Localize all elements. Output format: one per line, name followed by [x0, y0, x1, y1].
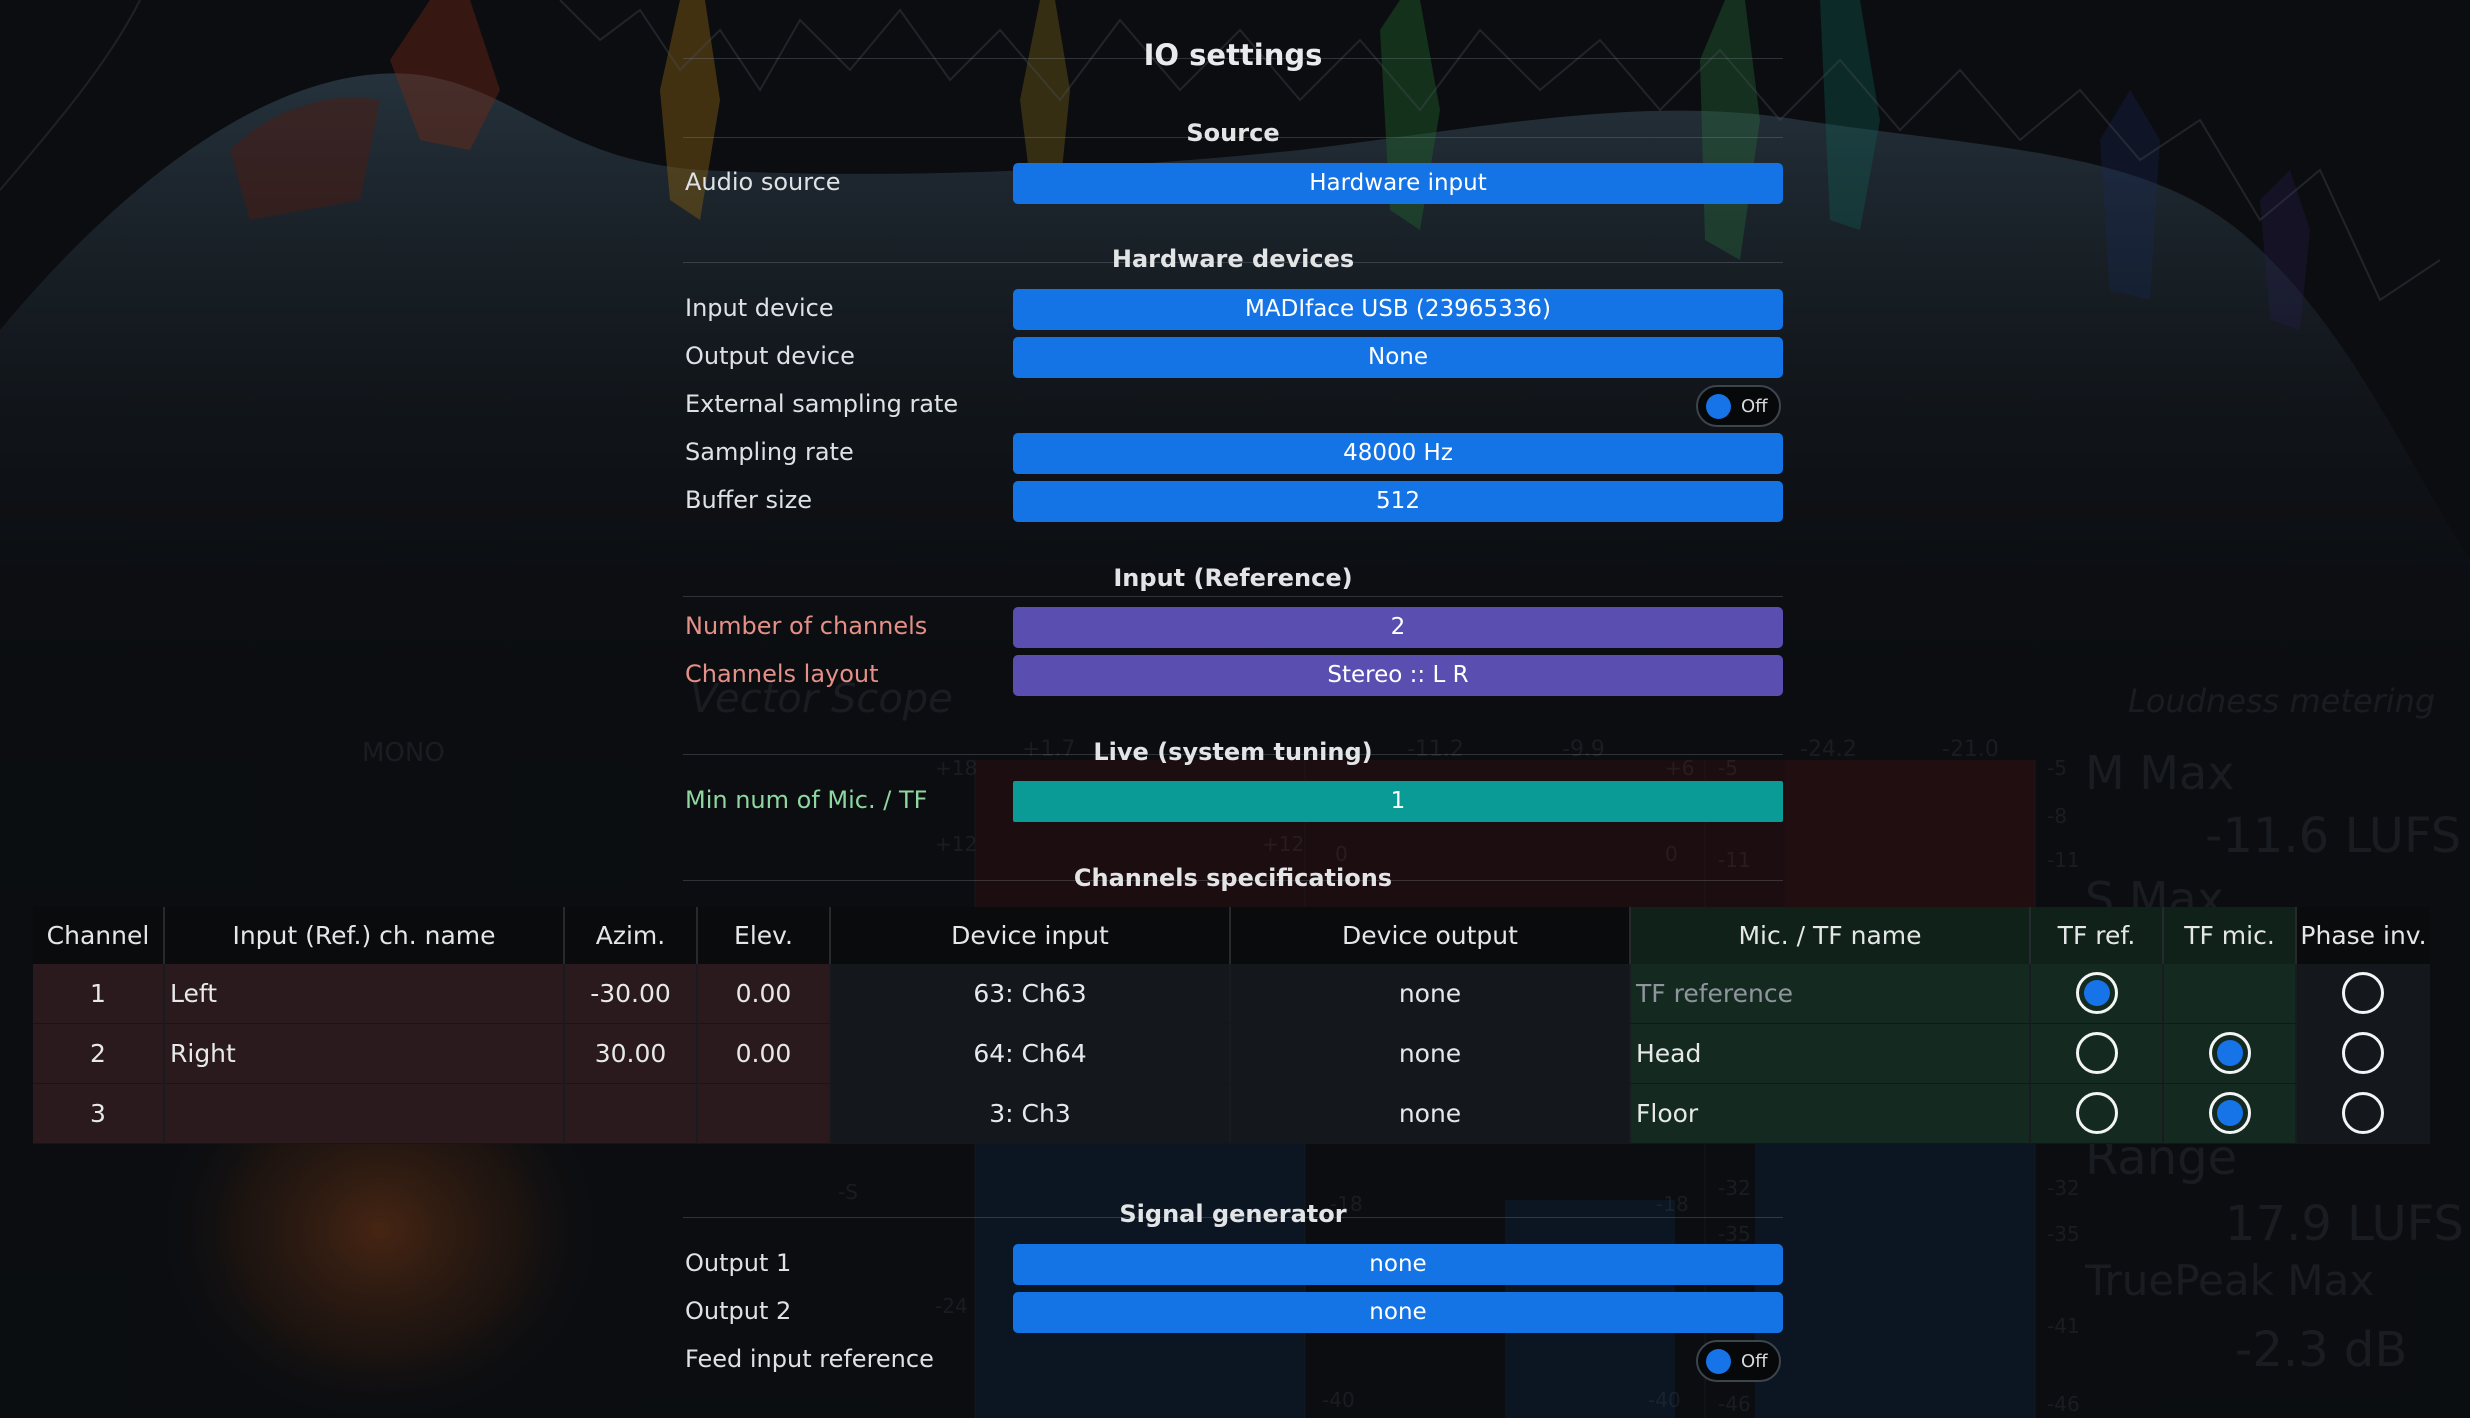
- channels-layout-label: Channels layout: [685, 660, 879, 688]
- output1-select[interactable]: none: [1013, 1244, 1783, 1285]
- tf-ref-radio[interactable]: [2076, 1032, 2118, 1074]
- number-of-channels-select[interactable]: 2: [1013, 607, 1783, 648]
- phase-inv-radio[interactable]: [2342, 1092, 2384, 1134]
- cell-phase-inv: [2297, 1024, 2430, 1084]
- col-header-mic-name: Mic. / TF name: [1631, 907, 2031, 964]
- cell-elev[interactable]: 0.00: [698, 1024, 831, 1084]
- feed-input-label: Feed input reference: [685, 1345, 934, 1373]
- section-title-signal-generator: Signal generator: [1119, 1200, 1347, 1228]
- table-row: 2 Right 30.00 0.00 64: Ch64 none Head: [33, 1024, 2430, 1084]
- cell-elev[interactable]: 0.00: [698, 964, 831, 1024]
- cell-mic-name[interactable]: Floor: [1631, 1084, 2031, 1144]
- table-header: Channel Input (Ref.) ch. name Azim. Elev…: [33, 907, 2430, 964]
- channels-layout-select[interactable]: Stereo :: L R: [1013, 655, 1783, 696]
- col-header-device-input: Device input: [831, 907, 1231, 964]
- col-header-tf-mic: TF mic.: [2164, 907, 2297, 964]
- cell-device-input[interactable]: 63: Ch63: [831, 964, 1231, 1024]
- cell-tf-ref: [2031, 1024, 2164, 1084]
- toggle-state: Off: [1741, 1351, 1768, 1372]
- col-header-tf-ref: TF ref.: [2031, 907, 2164, 964]
- output2-label: Output 2: [685, 1297, 792, 1325]
- output1-label: Output 1: [685, 1249, 792, 1277]
- external-sampling-rate-toggle[interactable]: Off: [1696, 385, 1781, 427]
- cell-mic-name[interactable]: TF reference: [1631, 964, 2031, 1024]
- cell-name[interactable]: [165, 1084, 565, 1144]
- cell-tf-ref: [2031, 1084, 2164, 1144]
- toggle-knob: [1706, 1349, 1731, 1374]
- output-device-label: Output device: [685, 342, 855, 370]
- col-header-device-output: Device output: [1231, 907, 1631, 964]
- section-title-hardware: Hardware devices: [1111, 245, 1355, 273]
- section-title-channels-spec: Channels specifications: [1073, 864, 1393, 892]
- cell-channel: 2: [33, 1024, 165, 1084]
- tf-mic-radio[interactable]: [2209, 1092, 2251, 1134]
- col-header-phase-inv: Phase inv.: [2300, 921, 2427, 950]
- section-title-live: Live (system tuning): [1093, 738, 1373, 766]
- output-device-select[interactable]: None: [1013, 337, 1783, 378]
- section-divider: [683, 596, 1783, 597]
- toggle-state: Off: [1741, 396, 1768, 417]
- cell-device-output[interactable]: none: [1231, 964, 1631, 1024]
- cell-tf-mic: [2164, 1024, 2297, 1084]
- cell-channel: 1: [33, 964, 165, 1024]
- page-title: IO settings: [1143, 38, 1323, 72]
- cell-device-input[interactable]: 3: Ch3: [831, 1084, 1231, 1144]
- input-device-label: Input device: [685, 294, 834, 322]
- cell-name[interactable]: Left: [165, 964, 565, 1024]
- section-title-input-reference: Input (Reference): [1113, 564, 1353, 592]
- cell-name[interactable]: Right: [165, 1024, 565, 1084]
- min-mic-label: Min num of Mic. / TF: [685, 786, 928, 814]
- col-header-elev: Elev.: [698, 907, 831, 964]
- cell-tf-ref: [2031, 964, 2164, 1024]
- buffer-size-select[interactable]: 512: [1013, 481, 1783, 522]
- tf-ref-radio[interactable]: [2076, 972, 2118, 1014]
- cell-azim[interactable]: [565, 1084, 698, 1144]
- cell-azim[interactable]: -30.00: [565, 964, 698, 1024]
- sampling-rate-label: Sampling rate: [685, 438, 854, 466]
- cell-tf-mic: [2164, 964, 2297, 1024]
- cell-mic-name[interactable]: Head: [1631, 1024, 2031, 1084]
- cell-phase-inv: [2297, 1084, 2430, 1144]
- min-mic-select[interactable]: 1: [1013, 781, 1783, 822]
- tf-ref-radio[interactable]: [2076, 1092, 2118, 1134]
- number-of-channels-label: Number of channels: [685, 612, 928, 640]
- cell-channel: 3: [33, 1084, 165, 1144]
- cell-tf-mic: [2164, 1084, 2297, 1144]
- cell-phase-inv: [2297, 964, 2430, 1024]
- input-device-select[interactable]: MADIface USB (23965336): [1013, 289, 1783, 330]
- output2-select[interactable]: none: [1013, 1292, 1783, 1333]
- tf-mic-radio[interactable]: [2209, 1032, 2251, 1074]
- col-header-name: Input (Ref.) ch. name: [165, 907, 565, 964]
- cell-azim[interactable]: 30.00: [565, 1024, 698, 1084]
- cell-device-output[interactable]: none: [1231, 1084, 1631, 1144]
- col-header-azim: Azim.: [565, 907, 698, 964]
- buffer-size-label: Buffer size: [685, 486, 813, 514]
- section-title-source: Source: [1186, 119, 1280, 147]
- phase-inv-radio[interactable]: [2342, 972, 2384, 1014]
- phase-inv-radio[interactable]: [2342, 1032, 2384, 1074]
- cell-device-output[interactable]: none: [1231, 1024, 1631, 1084]
- audio-source-select[interactable]: Hardware input: [1013, 163, 1783, 204]
- toggle-knob: [1706, 394, 1731, 419]
- cell-device-input[interactable]: 64: Ch64: [831, 1024, 1231, 1084]
- table-row: 1 Left -30.00 0.00 63: Ch63 none TF refe…: [33, 964, 2430, 1024]
- cell-elev[interactable]: [698, 1084, 831, 1144]
- col-header-channel: Channel: [33, 907, 165, 964]
- audio-source-label: Audio source: [685, 168, 841, 196]
- external-sampling-rate-label: External sampling rate: [685, 390, 959, 418]
- feed-input-toggle[interactable]: Off: [1696, 1340, 1781, 1382]
- sampling-rate-select[interactable]: 48000 Hz: [1013, 433, 1783, 474]
- table-row: 3 3: Ch3 none Floor: [33, 1084, 2430, 1144]
